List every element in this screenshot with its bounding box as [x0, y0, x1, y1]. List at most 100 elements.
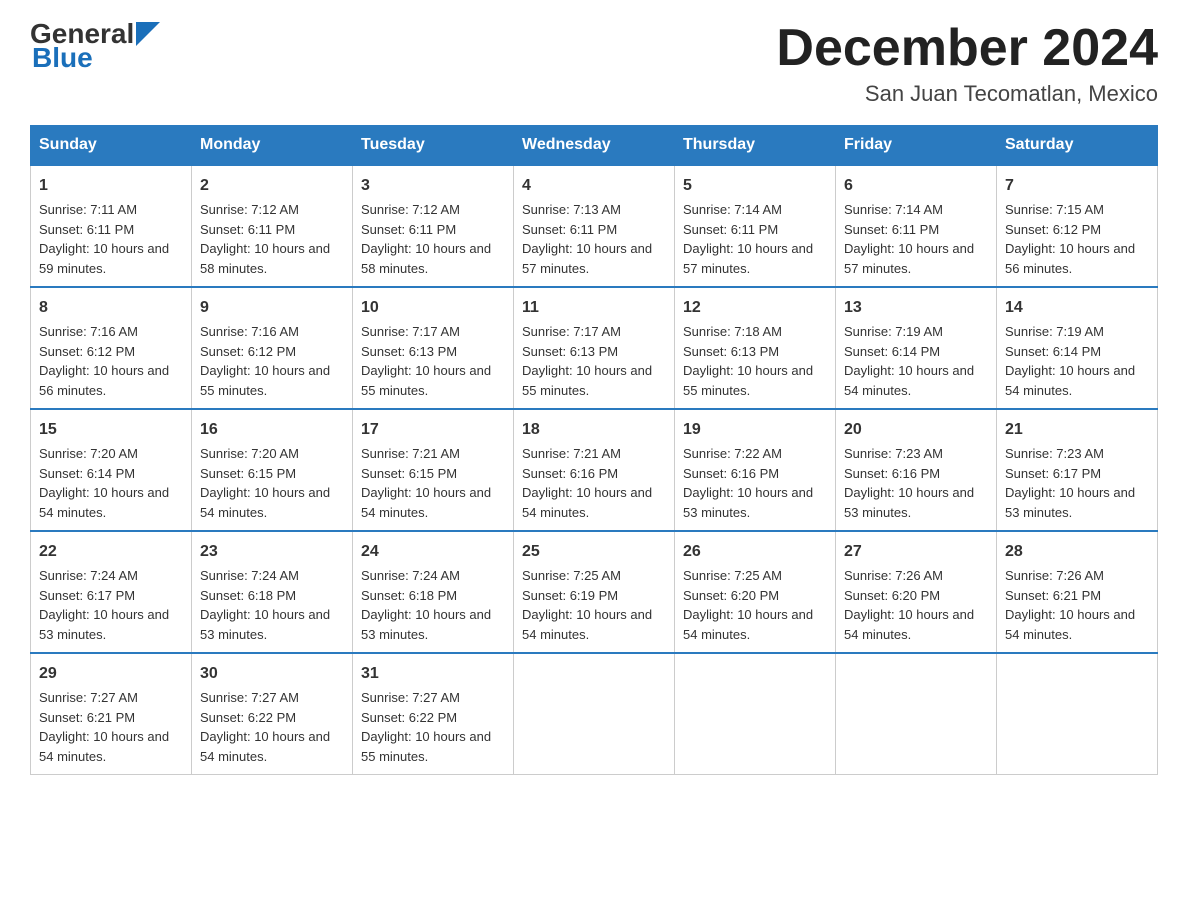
day-number: 5	[683, 174, 827, 198]
day-number: 25	[522, 540, 666, 564]
day-number: 10	[361, 296, 505, 320]
day-number: 31	[361, 662, 505, 686]
day-number: 27	[844, 540, 988, 564]
calendar-cell: 29 Sunrise: 7:27 AMSunset: 6:21 PMDaylig…	[31, 653, 192, 775]
day-info: Sunrise: 7:23 AMSunset: 6:17 PMDaylight:…	[1005, 446, 1135, 520]
page-header: General Blue December 2024 San Juan Teco…	[30, 20, 1158, 107]
calendar-cell: 2 Sunrise: 7:12 AMSunset: 6:11 PMDayligh…	[192, 165, 353, 287]
header-monday: Monday	[192, 126, 353, 166]
calendar-week-4: 22 Sunrise: 7:24 AMSunset: 6:17 PMDaylig…	[31, 531, 1158, 653]
day-info: Sunrise: 7:27 AMSunset: 6:22 PMDaylight:…	[200, 690, 330, 764]
day-number: 30	[200, 662, 344, 686]
day-info: Sunrise: 7:19 AMSunset: 6:14 PMDaylight:…	[844, 324, 974, 398]
day-info: Sunrise: 7:14 AMSunset: 6:11 PMDaylight:…	[844, 202, 974, 276]
month-title: December 2024	[776, 20, 1158, 77]
day-number: 2	[200, 174, 344, 198]
day-info: Sunrise: 7:21 AMSunset: 6:16 PMDaylight:…	[522, 446, 652, 520]
title-section: December 2024 San Juan Tecomatlan, Mexic…	[776, 20, 1158, 107]
day-info: Sunrise: 7:16 AMSunset: 6:12 PMDaylight:…	[200, 324, 330, 398]
day-number: 21	[1005, 418, 1149, 442]
day-number: 20	[844, 418, 988, 442]
day-number: 15	[39, 418, 183, 442]
day-info: Sunrise: 7:13 AMSunset: 6:11 PMDaylight:…	[522, 202, 652, 276]
day-info: Sunrise: 7:17 AMSunset: 6:13 PMDaylight:…	[361, 324, 491, 398]
day-number: 24	[361, 540, 505, 564]
calendar-cell: 18 Sunrise: 7:21 AMSunset: 6:16 PMDaylig…	[514, 409, 675, 531]
calendar-cell: 5 Sunrise: 7:14 AMSunset: 6:11 PMDayligh…	[675, 165, 836, 287]
day-info: Sunrise: 7:14 AMSunset: 6:11 PMDaylight:…	[683, 202, 813, 276]
calendar-cell: 20 Sunrise: 7:23 AMSunset: 6:16 PMDaylig…	[836, 409, 997, 531]
day-number: 13	[844, 296, 988, 320]
day-number: 7	[1005, 174, 1149, 198]
day-number: 22	[39, 540, 183, 564]
calendar-cell: 15 Sunrise: 7:20 AMSunset: 6:14 PMDaylig…	[31, 409, 192, 531]
day-number: 23	[200, 540, 344, 564]
calendar-cell: 27 Sunrise: 7:26 AMSunset: 6:20 PMDaylig…	[836, 531, 997, 653]
calendar-cell: 23 Sunrise: 7:24 AMSunset: 6:18 PMDaylig…	[192, 531, 353, 653]
calendar-week-5: 29 Sunrise: 7:27 AMSunset: 6:21 PMDaylig…	[31, 653, 1158, 775]
day-number: 9	[200, 296, 344, 320]
day-info: Sunrise: 7:21 AMSunset: 6:15 PMDaylight:…	[361, 446, 491, 520]
calendar-cell: 26 Sunrise: 7:25 AMSunset: 6:20 PMDaylig…	[675, 531, 836, 653]
day-number: 19	[683, 418, 827, 442]
calendar-cell	[836, 653, 997, 775]
calendar-cell: 21 Sunrise: 7:23 AMSunset: 6:17 PMDaylig…	[997, 409, 1158, 531]
calendar-cell: 16 Sunrise: 7:20 AMSunset: 6:15 PMDaylig…	[192, 409, 353, 531]
day-info: Sunrise: 7:27 AMSunset: 6:21 PMDaylight:…	[39, 690, 169, 764]
calendar-cell	[675, 653, 836, 775]
calendar-header-row: SundayMondayTuesdayWednesdayThursdayFrid…	[31, 126, 1158, 166]
day-info: Sunrise: 7:24 AMSunset: 6:18 PMDaylight:…	[200, 568, 330, 642]
calendar-cell: 30 Sunrise: 7:27 AMSunset: 6:22 PMDaylig…	[192, 653, 353, 775]
day-info: Sunrise: 7:15 AMSunset: 6:12 PMDaylight:…	[1005, 202, 1135, 276]
location-subtitle: San Juan Tecomatlan, Mexico	[776, 81, 1158, 107]
calendar-cell: 17 Sunrise: 7:21 AMSunset: 6:15 PMDaylig…	[353, 409, 514, 531]
calendar-cell: 31 Sunrise: 7:27 AMSunset: 6:22 PMDaylig…	[353, 653, 514, 775]
calendar-week-1: 1 Sunrise: 7:11 AMSunset: 6:11 PMDayligh…	[31, 165, 1158, 287]
day-info: Sunrise: 7:23 AMSunset: 6:16 PMDaylight:…	[844, 446, 974, 520]
day-number: 3	[361, 174, 505, 198]
header-thursday: Thursday	[675, 126, 836, 166]
logo-text-blue: Blue	[30, 44, 160, 72]
logo-triangle-icon	[136, 22, 160, 46]
day-info: Sunrise: 7:16 AMSunset: 6:12 PMDaylight:…	[39, 324, 169, 398]
calendar-cell: 3 Sunrise: 7:12 AMSunset: 6:11 PMDayligh…	[353, 165, 514, 287]
calendar-cell: 1 Sunrise: 7:11 AMSunset: 6:11 PMDayligh…	[31, 165, 192, 287]
day-info: Sunrise: 7:25 AMSunset: 6:19 PMDaylight:…	[522, 568, 652, 642]
day-info: Sunrise: 7:20 AMSunset: 6:15 PMDaylight:…	[200, 446, 330, 520]
day-info: Sunrise: 7:17 AMSunset: 6:13 PMDaylight:…	[522, 324, 652, 398]
calendar-week-2: 8 Sunrise: 7:16 AMSunset: 6:12 PMDayligh…	[31, 287, 1158, 409]
day-info: Sunrise: 7:19 AMSunset: 6:14 PMDaylight:…	[1005, 324, 1135, 398]
calendar-cell: 19 Sunrise: 7:22 AMSunset: 6:16 PMDaylig…	[675, 409, 836, 531]
calendar-cell: 8 Sunrise: 7:16 AMSunset: 6:12 PMDayligh…	[31, 287, 192, 409]
calendar-week-3: 15 Sunrise: 7:20 AMSunset: 6:14 PMDaylig…	[31, 409, 1158, 531]
day-number: 4	[522, 174, 666, 198]
calendar-cell: 7 Sunrise: 7:15 AMSunset: 6:12 PMDayligh…	[997, 165, 1158, 287]
day-info: Sunrise: 7:18 AMSunset: 6:13 PMDaylight:…	[683, 324, 813, 398]
calendar-cell	[514, 653, 675, 775]
header-wednesday: Wednesday	[514, 126, 675, 166]
calendar-cell: 14 Sunrise: 7:19 AMSunset: 6:14 PMDaylig…	[997, 287, 1158, 409]
day-number: 11	[522, 296, 666, 320]
calendar-cell: 4 Sunrise: 7:13 AMSunset: 6:11 PMDayligh…	[514, 165, 675, 287]
day-info: Sunrise: 7:26 AMSunset: 6:21 PMDaylight:…	[1005, 568, 1135, 642]
day-number: 26	[683, 540, 827, 564]
day-number: 1	[39, 174, 183, 198]
day-info: Sunrise: 7:22 AMSunset: 6:16 PMDaylight:…	[683, 446, 813, 520]
day-info: Sunrise: 7:20 AMSunset: 6:14 PMDaylight:…	[39, 446, 169, 520]
calendar-cell: 12 Sunrise: 7:18 AMSunset: 6:13 PMDaylig…	[675, 287, 836, 409]
day-number: 17	[361, 418, 505, 442]
header-sunday: Sunday	[31, 126, 192, 166]
calendar-cell: 22 Sunrise: 7:24 AMSunset: 6:17 PMDaylig…	[31, 531, 192, 653]
day-number: 12	[683, 296, 827, 320]
day-info: Sunrise: 7:12 AMSunset: 6:11 PMDaylight:…	[361, 202, 491, 276]
calendar-cell: 6 Sunrise: 7:14 AMSunset: 6:11 PMDayligh…	[836, 165, 997, 287]
day-info: Sunrise: 7:24 AMSunset: 6:17 PMDaylight:…	[39, 568, 169, 642]
header-saturday: Saturday	[997, 126, 1158, 166]
calendar-cell: 25 Sunrise: 7:25 AMSunset: 6:19 PMDaylig…	[514, 531, 675, 653]
calendar-cell: 13 Sunrise: 7:19 AMSunset: 6:14 PMDaylig…	[836, 287, 997, 409]
calendar-cell: 11 Sunrise: 7:17 AMSunset: 6:13 PMDaylig…	[514, 287, 675, 409]
day-number: 29	[39, 662, 183, 686]
calendar-cell: 9 Sunrise: 7:16 AMSunset: 6:12 PMDayligh…	[192, 287, 353, 409]
header-tuesday: Tuesday	[353, 126, 514, 166]
day-info: Sunrise: 7:25 AMSunset: 6:20 PMDaylight:…	[683, 568, 813, 642]
